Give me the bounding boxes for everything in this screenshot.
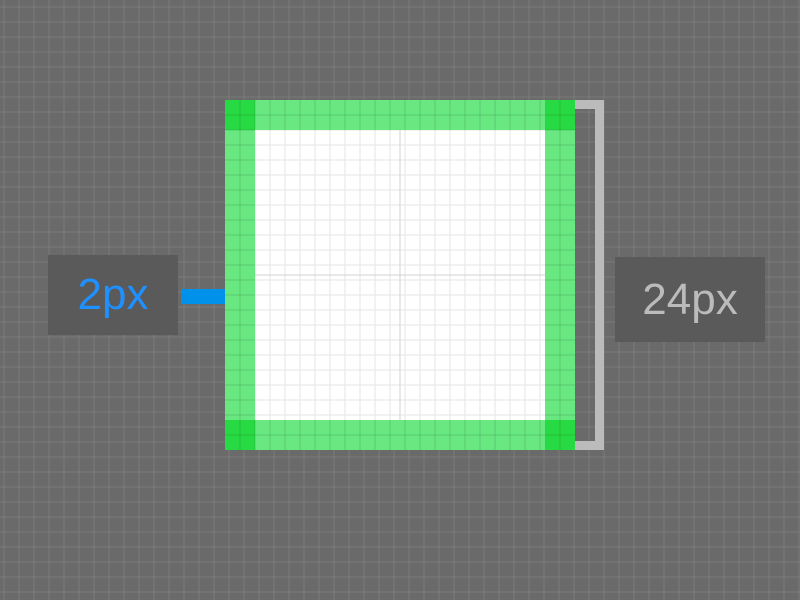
height-bracket-top [575,100,604,109]
live-area-right [545,100,575,450]
stroke-width-label: 2px [48,255,178,335]
height-bracket-stem [595,100,604,450]
corner-bottom-right [545,420,575,450]
live-area-bottom [225,420,575,450]
icon-spec-diagram: 2px [0,0,800,600]
icon-height-label: 24px [615,257,765,342]
corner-top-right [545,100,575,130]
stroke-width-value: 2px [78,270,149,320]
live-area-left [225,100,255,450]
icon-height-value: 24px [642,275,737,325]
height-bracket-bottom [575,441,604,450]
corner-bottom-left [225,420,255,450]
live-area-top [225,100,575,130]
icon-grid [225,100,575,450]
corner-top-left [225,100,255,130]
